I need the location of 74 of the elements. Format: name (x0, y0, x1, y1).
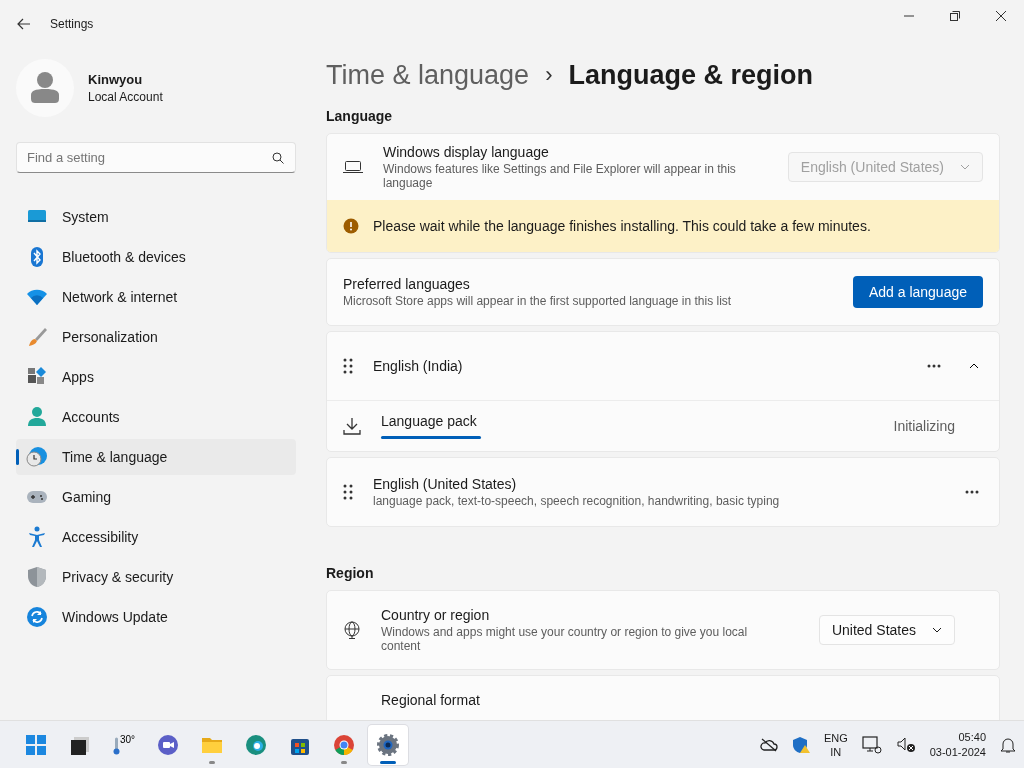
search-icon (272, 152, 284, 164)
category-icon (26, 606, 48, 628)
user-name: Kinwyou (88, 72, 144, 87)
drag-handle-icon[interactable] (343, 484, 353, 500)
restore-icon (950, 11, 960, 21)
section-heading: Language (326, 108, 394, 124)
language-pack-label: Language pack (381, 413, 478, 429)
chevron-up-icon (969, 363, 979, 369)
setting-description: Microsoft Store apps will appear in the first supported language in this list (343, 294, 733, 308)
install-status: Initializing (893, 418, 955, 434)
sidebar-item[interactable]: Privacy & security (16, 559, 296, 595)
setting-title: Preferred languages (343, 276, 471, 292)
category-icon (26, 406, 48, 428)
speaker-muted-icon[interactable] (895, 735, 916, 754)
sidebar-item[interactable]: Personalization (16, 319, 296, 355)
language-name: English (United States) (373, 476, 518, 492)
chat-app-icon (156, 732, 180, 757)
breadcrumb-parent[interactable]: Time & language (326, 59, 530, 91)
clock[interactable]: 05:40 03-01-2024 (929, 729, 986, 760)
back-arrow-icon (17, 18, 31, 30)
sidebar-item[interactable]: Time & language (16, 439, 296, 475)
cloud-offline-icon[interactable] (759, 737, 778, 752)
language-features: language pack, text-to-speech, speech recognition, handwriting, basic typing (373, 494, 781, 508)
setting-description: Windows features like Settings and File Explorer will appear in this language (383, 162, 737, 190)
add-language-button[interactable]: Add a language (852, 276, 983, 308)
window-title: Settings (50, 17, 95, 31)
warning-message: Please wait while the language finishes installing. This could take a few minutes. (373, 218, 871, 234)
country-dropdown[interactable]: United States (818, 615, 955, 645)
temperature: 30° (119, 734, 136, 745)
warning-icon (343, 218, 359, 234)
notification-bell-icon[interactable] (1000, 735, 1016, 754)
sidebar-item[interactable]: Accounts (16, 399, 296, 435)
sidebar-item[interactable]: System (16, 199, 296, 235)
thermometer-icon (112, 737, 120, 755)
more-icon (927, 364, 941, 368)
setting-title: Regional format (381, 692, 480, 708)
setting-description: Windows and apps might use your country or region to give you local content (381, 625, 749, 653)
page-title: Language & region (568, 59, 813, 91)
sidebar-item[interactable]: Bluetooth & devices (16, 239, 296, 275)
download-icon (343, 417, 361, 435)
setting-title: Windows display language (383, 144, 550, 160)
chevron-down-icon (960, 164, 970, 170)
running-indicator (380, 760, 396, 764)
chevron-down-icon (932, 627, 942, 633)
laptop-icon (343, 160, 363, 174)
shield-warning-icon[interactable] (791, 735, 810, 754)
language-name: English (India) (373, 358, 464, 374)
weather-taskbar-button[interactable]: 30° (104, 724, 144, 765)
account-type: Local Account (88, 90, 163, 104)
more-icon (965, 490, 979, 494)
sidebar-item[interactable]: Accessibility (16, 519, 296, 555)
globe-icon (343, 621, 361, 639)
drag-handle-icon[interactable] (343, 358, 353, 374)
sidebar-item[interactable]: Network & internet (16, 279, 296, 315)
network-icon[interactable] (861, 735, 882, 754)
section-heading: Region (326, 565, 375, 581)
sidebar-item[interactable]: Windows Update (16, 599, 296, 635)
settings-taskbar-button[interactable] (368, 724, 408, 765)
category-icon (26, 526, 48, 548)
close-icon (996, 11, 1006, 21)
setting-title: Country or region (381, 607, 491, 623)
input-language[interactable]: ENG IN (823, 730, 848, 759)
running-indicator (341, 760, 347, 764)
search-field[interactable]: Find a setting (16, 142, 296, 173)
sidebar-item[interactable]: Apps (16, 359, 296, 395)
sidebar-item[interactable]: Gaming (16, 479, 296, 515)
breadcrumb-separator: › (545, 62, 553, 88)
chrome-app-icon (332, 732, 356, 757)
start-app-icon (24, 732, 48, 757)
category-icon (26, 446, 48, 468)
category-icon (26, 326, 48, 348)
settings-app-icon (376, 732, 400, 757)
running-indicator (209, 760, 215, 764)
category-icon (26, 566, 48, 588)
